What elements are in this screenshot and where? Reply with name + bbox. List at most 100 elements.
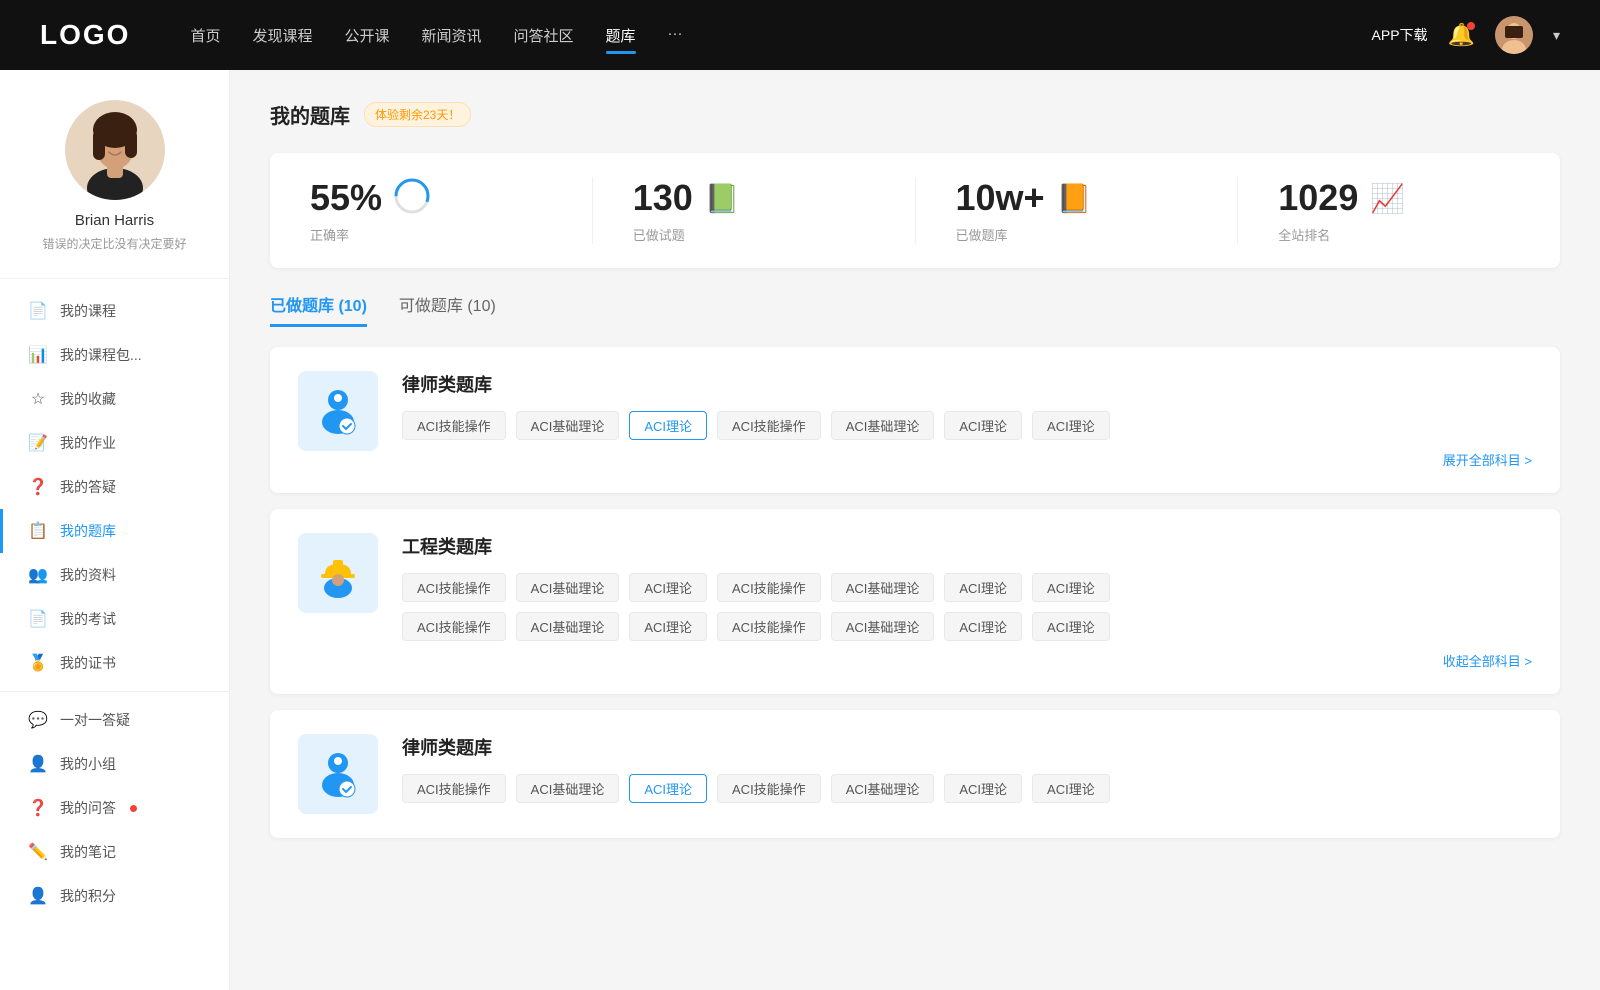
- sidebar-item-label-my-qa: 我的问答: [60, 798, 116, 818]
- tag-lawyer1-1[interactable]: ACI基础理论: [516, 411, 620, 440]
- nav-open-course[interactable]: 公开课: [344, 21, 389, 50]
- tag-lawyer1-6[interactable]: ACI理论: [1032, 411, 1110, 440]
- question-bank-icon: 📋: [28, 521, 48, 541]
- nav-more[interactable]: ···: [668, 21, 683, 50]
- sidebar-item-favorites[interactable]: ☆ 我的收藏: [0, 377, 229, 421]
- tag-lawyer2-6[interactable]: ACI理论: [1032, 774, 1110, 803]
- tag-lawyer2-3[interactable]: ACI技能操作: [717, 774, 821, 803]
- tag-lawyer2-5[interactable]: ACI理论: [944, 774, 1022, 803]
- collapse-link-engineer[interactable]: 收起全部科目 >: [1443, 651, 1532, 670]
- nav-discover[interactable]: 发现课程: [252, 21, 312, 50]
- stat-value-correct-rate: 55%: [310, 177, 382, 219]
- tag-eng-r2-4[interactable]: ACI基础理论: [831, 612, 935, 641]
- user-avatar-button[interactable]: [1495, 16, 1533, 54]
- sidebar-item-label-question-bank: 我的题库: [60, 521, 116, 541]
- sidebar-item-label-notes: 我的笔记: [60, 842, 116, 862]
- bank-card-lawyer-2: 律师类题库 ACI技能操作 ACI基础理论 ACI理论 ACI技能操作 ACI基…: [270, 710, 1560, 838]
- sidebar-item-my-qa[interactable]: ❓ 我的问答: [0, 786, 229, 830]
- sidebar-item-label-course-package: 我的课程包...: [60, 345, 142, 365]
- stat-correct-rate: 55% 正确率: [270, 177, 593, 244]
- sidebar-item-materials[interactable]: 👥 我的资料: [0, 553, 229, 597]
- page-title: 我的题库: [270, 100, 350, 129]
- stat-label-done-banks: 已做题库: [956, 225, 1008, 244]
- exams-icon: 📄: [28, 609, 48, 629]
- tab-done-banks[interactable]: 已做题库 (10): [270, 292, 367, 327]
- tag-eng-r1-4[interactable]: ACI基础理论: [831, 573, 935, 602]
- sidebar-item-exams[interactable]: 📄 我的考试: [0, 597, 229, 641]
- nav-news[interactable]: 新闻资讯: [422, 21, 482, 50]
- sidebar-item-one-on-one[interactable]: 💬 一对一答疑: [0, 698, 229, 742]
- tag-lawyer2-4[interactable]: ACI基础理论: [831, 774, 935, 803]
- doc-orange-icon: 📙: [1057, 182, 1092, 215]
- bank-icon-engineer: [298, 533, 378, 613]
- bank-info-engineer: 工程类题库 ACI技能操作 ACI基础理论 ACI理论 ACI技能操作 ACI基…: [402, 533, 1532, 670]
- sidebar-item-label-favorites: 我的收藏: [60, 389, 116, 409]
- my-qa-icon: ❓: [28, 798, 48, 818]
- pie-chart-icon: [394, 178, 430, 219]
- bank-icon-lawyer-2: [298, 734, 378, 814]
- sidebar-item-label-one-on-one: 一对一答疑: [60, 710, 130, 730]
- sidebar-item-groups[interactable]: 👤 我的小组: [0, 742, 229, 786]
- nav-home[interactable]: 首页: [190, 21, 220, 50]
- tag-lawyer1-4[interactable]: ACI基础理论: [831, 411, 935, 440]
- sidebar-item-label-groups: 我的小组: [60, 754, 116, 774]
- tag-lawyer2-0[interactable]: ACI技能操作: [402, 774, 506, 803]
- stat-done-tests: 130 📗 已做试题: [593, 177, 916, 244]
- sidebar-item-label-exams: 我的考试: [60, 609, 116, 629]
- nav-question-bank[interactable]: 题库: [606, 21, 636, 50]
- tag-eng-r2-3[interactable]: ACI技能操作: [717, 612, 821, 641]
- stats-row: 55% 正确率 130 📗 已做试题: [270, 153, 1560, 268]
- bank-info-lawyer-1: 律师类题库 ACI技能操作 ACI基础理论 ACI理论 ACI技能操作 ACI基…: [402, 371, 1532, 469]
- tag-eng-r1-6[interactable]: ACI理论: [1032, 573, 1110, 602]
- bank-name-lawyer-1: 律师类题库: [402, 371, 1532, 397]
- tab-available-banks[interactable]: 可做题库 (10): [399, 292, 496, 327]
- tag-lawyer2-2[interactable]: ACI理论: [629, 774, 707, 803]
- qa-icon: ❓: [28, 477, 48, 497]
- app-download-button[interactable]: APP下载: [1372, 25, 1428, 45]
- tag-eng-r1-3[interactable]: ACI技能操作: [717, 573, 821, 602]
- sidebar-item-label-homework: 我的作业: [60, 433, 116, 453]
- tag-lawyer2-1[interactable]: ACI基础理论: [516, 774, 620, 803]
- tag-eng-r2-1[interactable]: ACI基础理论: [516, 612, 620, 641]
- bank-tags-lawyer-2: ACI技能操作 ACI基础理论 ACI理论 ACI技能操作 ACI基础理论 AC…: [402, 774, 1532, 803]
- tag-eng-r2-5[interactable]: ACI理论: [944, 612, 1022, 641]
- sidebar-item-homework[interactable]: 📝 我的作业: [0, 421, 229, 465]
- tag-lawyer1-2[interactable]: ACI理论: [629, 411, 707, 440]
- sidebar-item-question-bank[interactable]: 📋 我的题库: [0, 509, 229, 553]
- sidebar-item-qa[interactable]: ❓ 我的答疑: [0, 465, 229, 509]
- sidebar-item-course-package[interactable]: 📊 我的课程包...: [0, 333, 229, 377]
- logo: LOGO: [40, 19, 130, 51]
- sidebar-item-label-materials: 我的资料: [60, 565, 116, 585]
- doc-green-icon: 📗: [705, 182, 740, 215]
- tag-eng-r1-0[interactable]: ACI技能操作: [402, 573, 506, 602]
- sidebar-item-certificates[interactable]: 🏅 我的证书: [0, 641, 229, 685]
- tag-lawyer1-3[interactable]: ACI技能操作: [717, 411, 821, 440]
- stat-label-ranking: 全站排名: [1278, 225, 1330, 244]
- sidebar-item-notes[interactable]: ✏️ 我的笔记: [0, 830, 229, 874]
- nav-qa[interactable]: 问答社区: [514, 21, 574, 50]
- tag-eng-r2-0[interactable]: ACI技能操作: [402, 612, 506, 641]
- tag-lawyer1-0[interactable]: ACI技能操作: [402, 411, 506, 440]
- tag-eng-r2-6[interactable]: ACI理论: [1032, 612, 1110, 641]
- notification-bell[interactable]: 🔔: [1448, 22, 1475, 48]
- course-package-icon: 📊: [28, 345, 48, 365]
- bank-tags-lawyer-1: ACI技能操作 ACI基础理论 ACI理论 ACI技能操作 ACI基础理论 AC…: [402, 411, 1532, 440]
- user-dropdown-chevron[interactable]: ▾: [1553, 27, 1560, 44]
- chart-red-icon: 📈: [1370, 182, 1405, 215]
- tag-eng-r1-2[interactable]: ACI理论: [629, 573, 707, 602]
- tag-eng-r1-5[interactable]: ACI理论: [944, 573, 1022, 602]
- profile-avatar: [65, 100, 165, 200]
- sidebar-divider-top: [0, 278, 229, 279]
- tag-lawyer1-5[interactable]: ACI理论: [944, 411, 1022, 440]
- stat-value-done-tests: 130: [633, 177, 693, 219]
- sidebar-item-my-courses[interactable]: 📄 我的课程: [0, 289, 229, 333]
- profile-name: Brian Harris: [75, 212, 154, 229]
- expand-link-lawyer-1[interactable]: 展开全部科目 >: [1443, 450, 1532, 469]
- tag-eng-r1-1[interactable]: ACI基础理论: [516, 573, 620, 602]
- bank-tags-engineer-row1: ACI技能操作 ACI基础理论 ACI理论 ACI技能操作 ACI基础理论 AC…: [402, 573, 1532, 602]
- sidebar-item-points[interactable]: 👤 我的积分: [0, 874, 229, 918]
- sidebar-item-label-points: 我的积分: [60, 886, 116, 906]
- tag-eng-r2-2[interactable]: ACI理论: [629, 612, 707, 641]
- one-on-one-icon: 💬: [28, 710, 48, 730]
- main-layout: Brian Harris 错误的决定比没有决定要好 📄 我的课程 📊 我的课程包…: [0, 70, 1600, 990]
